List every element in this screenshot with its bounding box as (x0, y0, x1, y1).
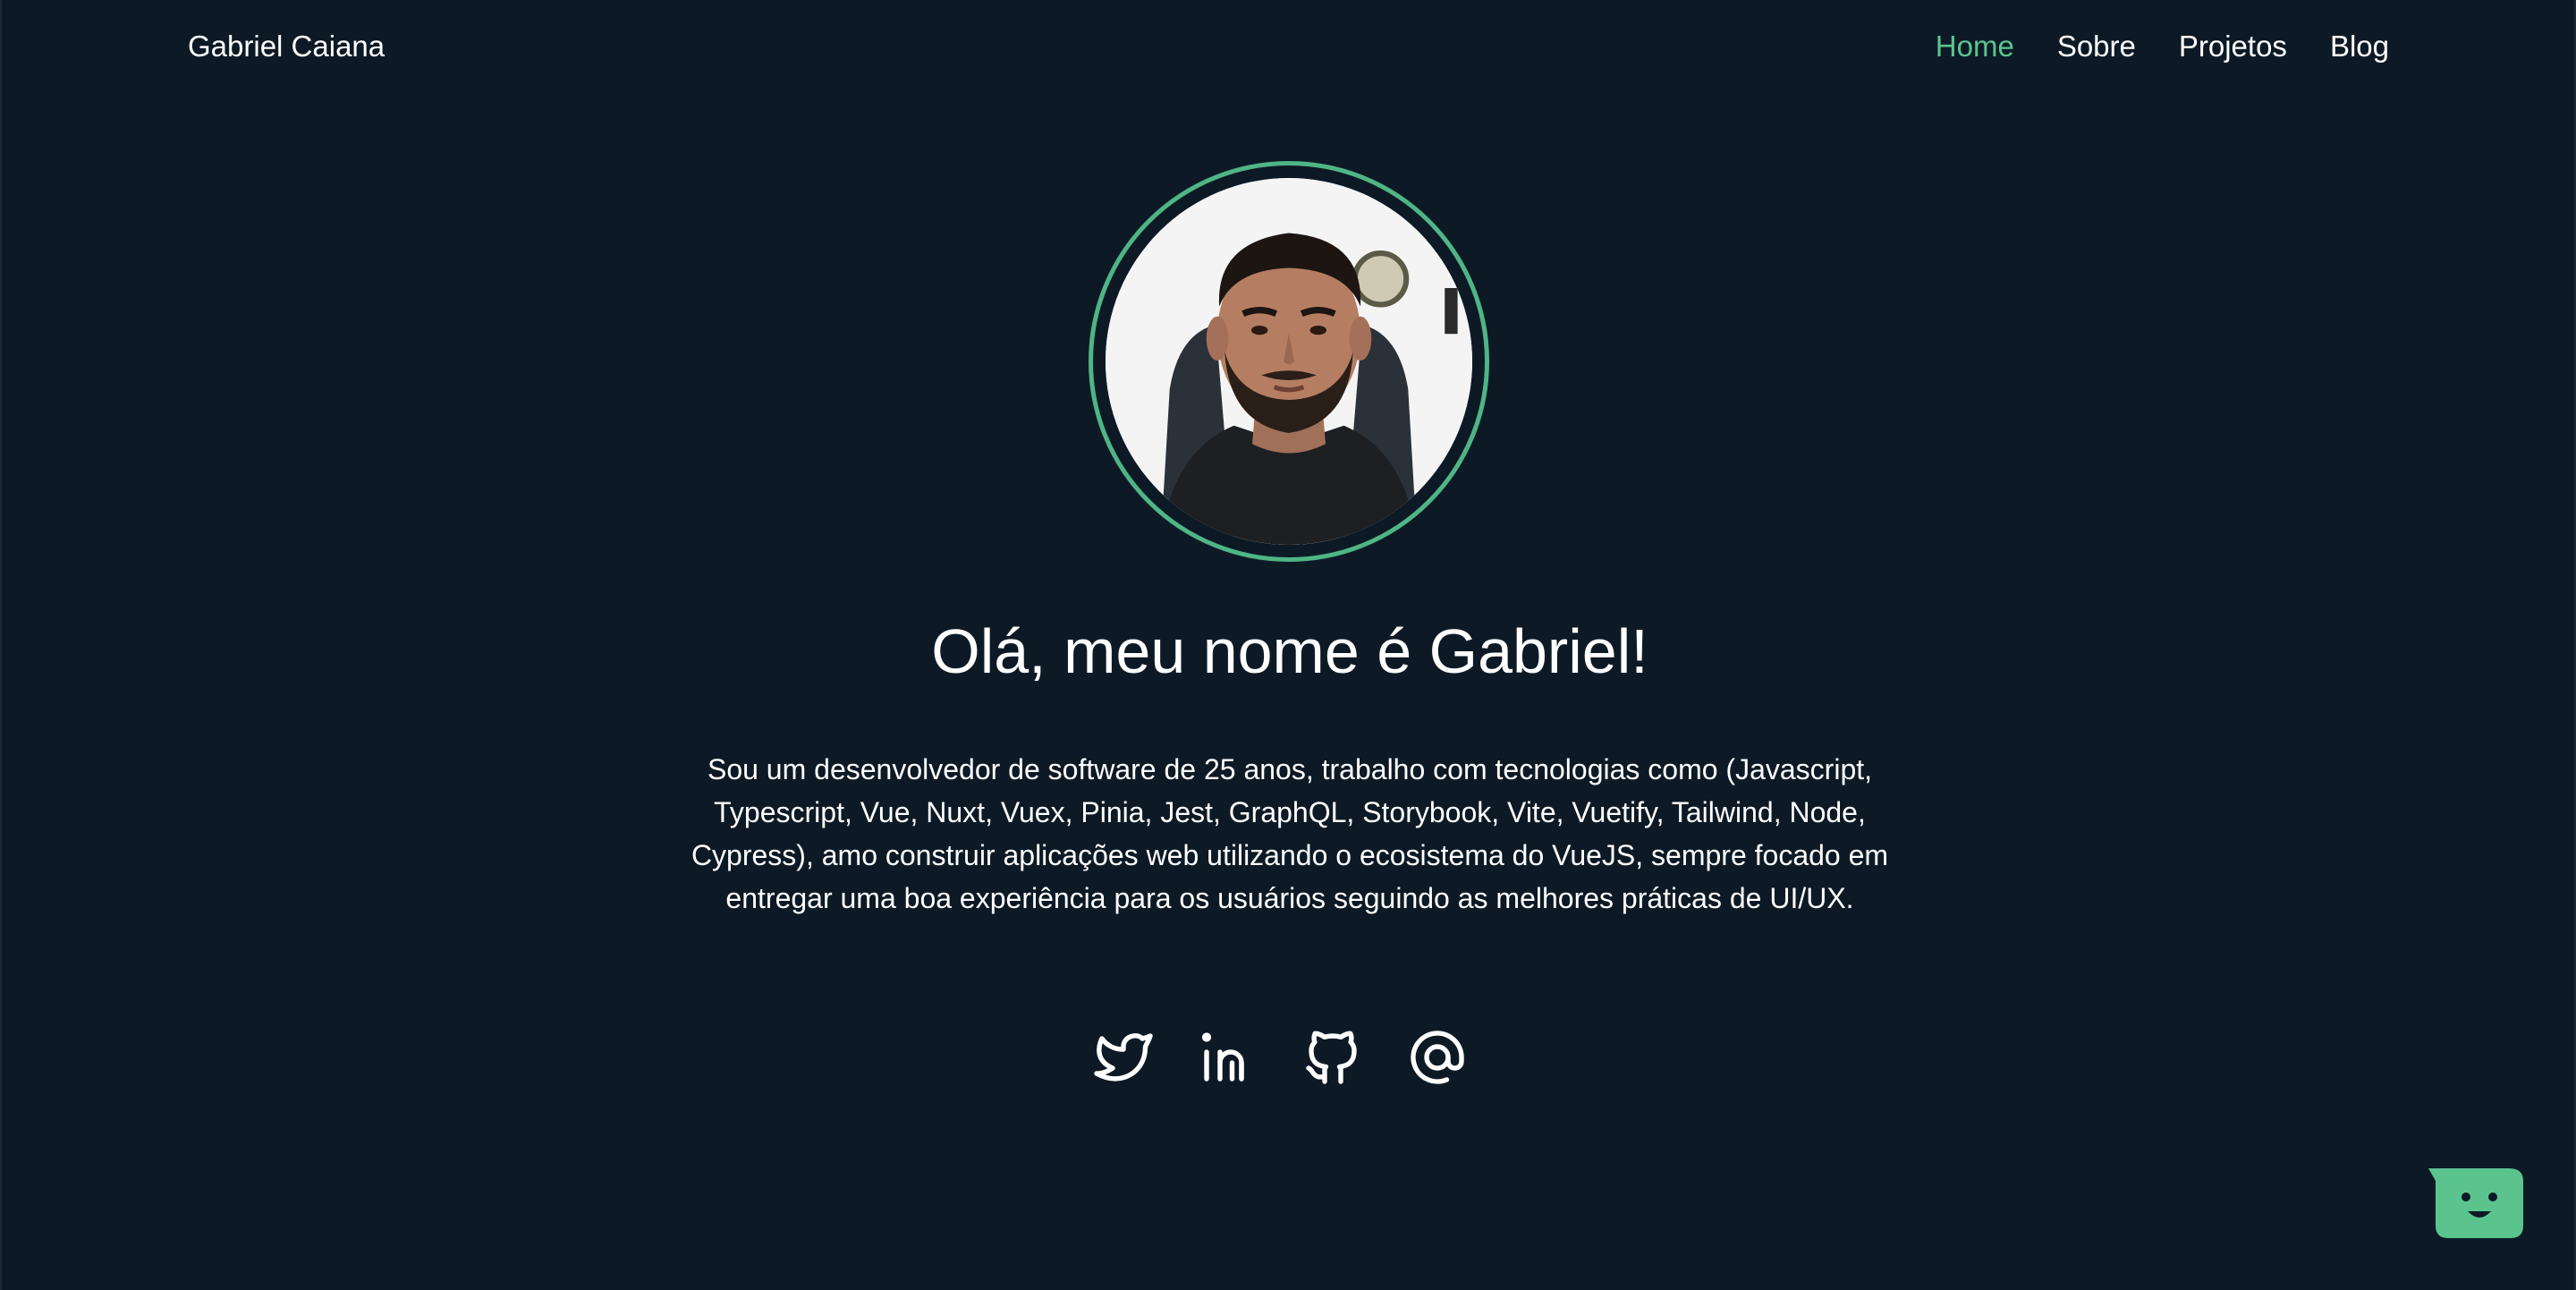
social-links (1089, 1023, 1470, 1091)
chat-bubble-icon (2428, 1168, 2523, 1238)
nav-item-blog[interactable]: Blog (2330, 29, 2389, 64)
at-sign-icon (1410, 1030, 1464, 1084)
twitter-link[interactable] (1089, 1023, 1157, 1091)
nav-item-home[interactable]: Home (1936, 29, 2014, 64)
linkedin-link[interactable] (1194, 1023, 1261, 1091)
avatar (1106, 178, 1472, 545)
nav-item-sobre[interactable]: Sobre (2057, 29, 2136, 64)
avatar-ring (1089, 161, 1489, 562)
avatar-photo (1106, 178, 1472, 545)
hero-bio: Sou um desenvolvedor de software de 25 a… (691, 753, 1889, 914)
nav-item-projetos[interactable]: Projetos (2179, 29, 2287, 64)
github-link[interactable] (1299, 1023, 1366, 1091)
main-nav: Home Sobre Projetos Blog (1936, 29, 2389, 64)
linkedin-icon (1201, 1031, 1244, 1082)
hero-headline: Olá, meu nome é Gabriel! (931, 616, 1648, 686)
chat-widget-button[interactable] (2428, 1168, 2523, 1238)
twitter-icon (1093, 1032, 1153, 1081)
brand-link[interactable]: Gabriel Caiana (188, 29, 385, 64)
github-icon (1305, 1031, 1357, 1084)
email-link[interactable] (1403, 1023, 1470, 1091)
page: Gabriel Caiana Home Sobre Projetos Blog (0, 0, 2576, 1290)
